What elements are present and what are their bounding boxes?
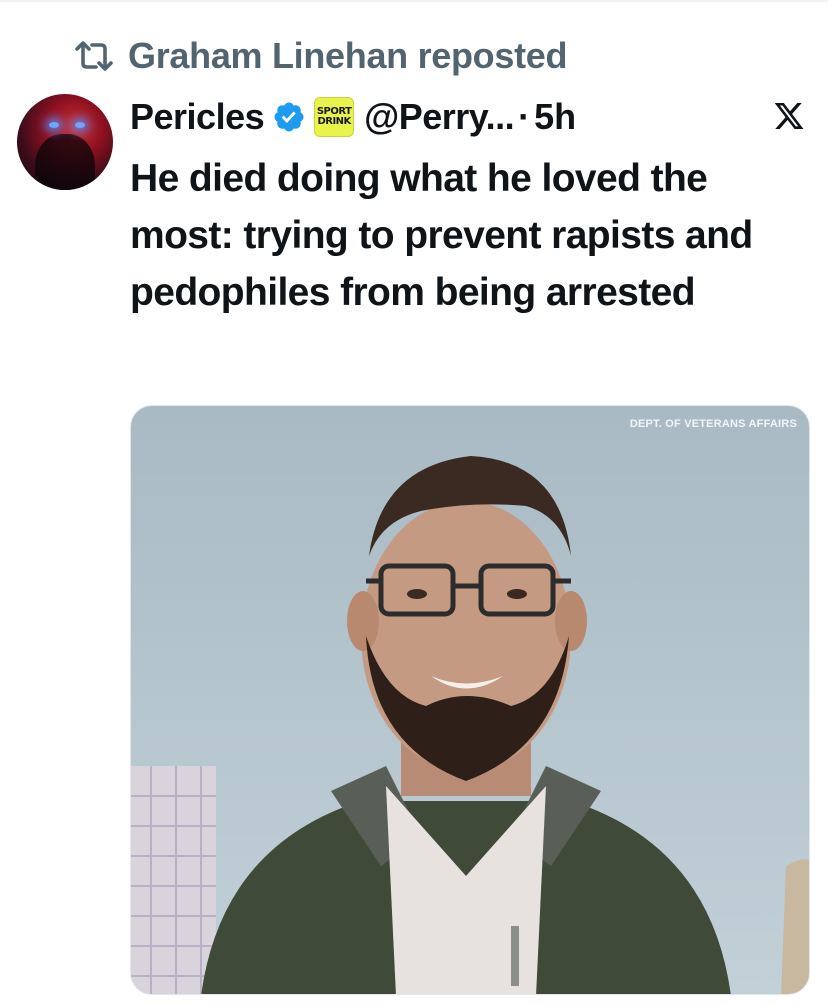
display-name[interactable]: Pericles	[130, 96, 265, 138]
photo-illustration	[131, 456, 809, 994]
verified-badge-icon[interactable]	[272, 100, 306, 134]
repost-label: Graham Linehan reposted	[128, 35, 568, 76]
repost-context[interactable]: Graham Linehan reposted	[72, 30, 568, 82]
repost-icon	[72, 39, 116, 73]
avatar-figure	[35, 134, 95, 190]
post-header: Pericles SPORT DRINK @Perry... · 5h	[130, 92, 576, 142]
image-watermark: DEPT. OF VETERANS AFFAIRS	[629, 418, 797, 430]
user-handle[interactable]: @Perry...	[364, 96, 515, 138]
avatar[interactable]	[17, 94, 113, 190]
affiliate-badge[interactable]: SPORT DRINK	[314, 97, 355, 137]
post-text: He died doing what he loved the most: tr…	[130, 157, 753, 314]
post-image[interactable]: DEPT. OF VETERANS AFFAIRS	[130, 405, 810, 995]
affiliate-badge-line2: DRINK	[317, 116, 351, 127]
avatar-eyes	[49, 122, 89, 132]
top-divider	[0, 0, 828, 2]
timestamp[interactable]: 5h	[534, 96, 576, 138]
separator-dot: ·	[518, 96, 531, 137]
x-logo-icon	[774, 103, 804, 129]
